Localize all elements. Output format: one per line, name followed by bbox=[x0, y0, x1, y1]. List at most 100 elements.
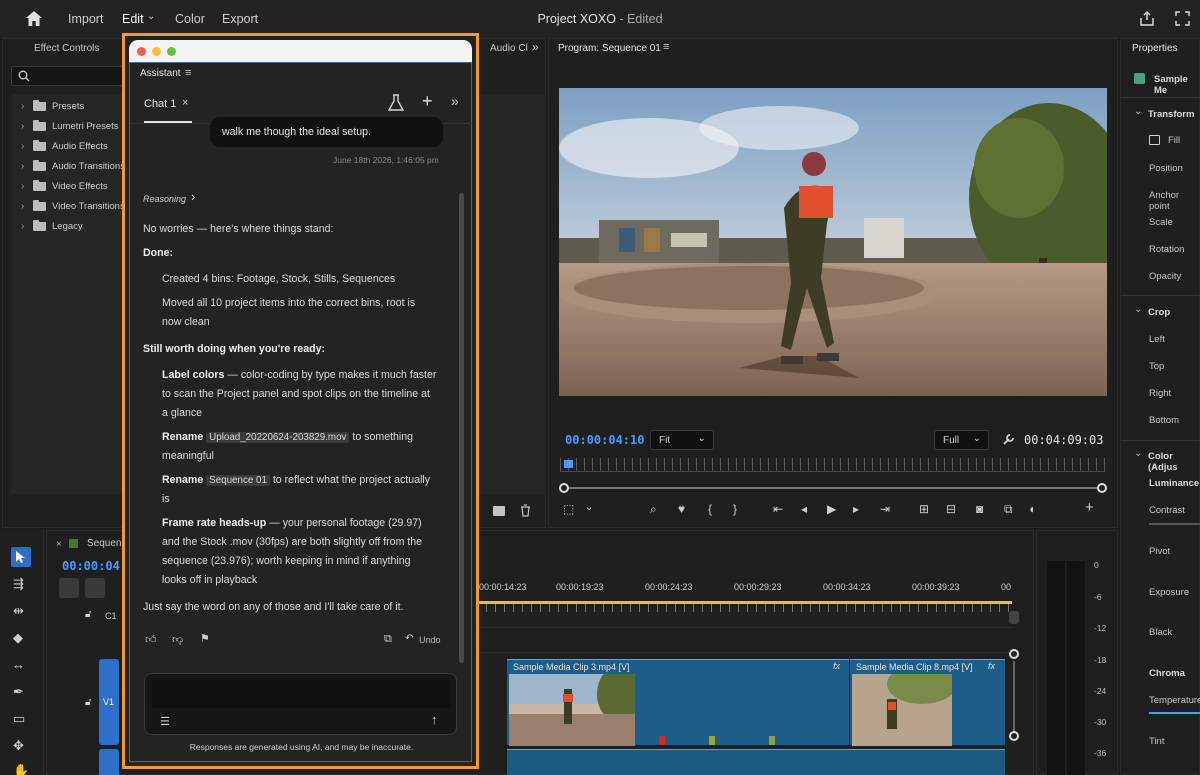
section-color[interactable]: Color (Adjus bbox=[1148, 451, 1199, 473]
marker-red[interactable] bbox=[659, 736, 665, 745]
scroll-handle-top[interactable] bbox=[1009, 649, 1019, 659]
lock-icon[interactable]: 🔓︎ bbox=[85, 697, 91, 708]
settings-sliders-icon[interactable]: ☰ bbox=[160, 715, 170, 728]
clip-sample-8[interactable]: Sample Media Clip 8.mp4 [V] fx bbox=[850, 659, 1005, 746]
slip-icon[interactable]: ↔ bbox=[12, 657, 25, 672]
chevron-right-icon[interactable]: › bbox=[191, 189, 195, 204]
step-back-icon[interactable]: ◂ bbox=[801, 502, 807, 516]
camera-icon[interactable]: ◙ bbox=[976, 502, 983, 516]
close-tab-icon[interactable]: × bbox=[56, 539, 62, 550]
lift-icon[interactable]: ⊞ bbox=[919, 502, 929, 516]
clip-sample-3[interactable]: Sample Media Clip 3.mp4 [V] fx bbox=[507, 659, 849, 746]
chevron-down-icon[interactable]: ⌄ bbox=[1134, 106, 1142, 117]
new-chat-icon[interactable]: + bbox=[422, 91, 433, 112]
fx-badge[interactable]: fx bbox=[988, 661, 995, 671]
extract-icon[interactable]: ⊟ bbox=[946, 502, 956, 516]
tree-item-legacy[interactable]: › Legacy bbox=[21, 216, 83, 236]
marker-yellow[interactable] bbox=[709, 736, 715, 745]
chevron-down-icon[interactable]: ⌄ bbox=[1134, 448, 1142, 459]
chat-textarea[interactable] bbox=[151, 680, 450, 708]
close-tab-icon[interactable]: × bbox=[182, 97, 188, 109]
go-to-in-icon[interactable]: ⇤ bbox=[773, 502, 783, 516]
send-icon[interactable]: ↑ bbox=[431, 712, 438, 727]
temperature-slider[interactable] bbox=[1149, 712, 1200, 714]
linked-selection-toggle[interactable] bbox=[85, 578, 105, 598]
tree-item-audio-transitions[interactable]: › Audio Transitions bbox=[21, 156, 125, 176]
chevron-down-icon[interactable]: ⌄ bbox=[1134, 304, 1142, 315]
trash-icon[interactable] bbox=[520, 504, 531, 517]
wrench-icon[interactable] bbox=[1002, 433, 1015, 446]
copy-icon[interactable]: ⧉ bbox=[384, 633, 392, 646]
playhead-timecode[interactable]: 00:00:04:10 bbox=[565, 433, 644, 447]
track-v1-target[interactable]: V1 bbox=[99, 659, 119, 745]
volume-icon[interactable]: ◖ bbox=[1028, 502, 1035, 516]
section-crop[interactable]: Crop bbox=[1148, 307, 1170, 318]
contrast-slider[interactable] bbox=[1149, 523, 1200, 525]
chat-scrollbar[interactable] bbox=[459, 193, 464, 663]
add-marker-icon[interactable]: ♥ bbox=[678, 502, 685, 516]
rectangle-icon[interactable]: ▭ bbox=[13, 711, 25, 727]
flask-icon[interactable] bbox=[388, 94, 404, 112]
add-button-icon[interactable]: + bbox=[1085, 499, 1094, 516]
share-icon[interactable] bbox=[1140, 11, 1154, 26]
vertical-scrollbar[interactable] bbox=[1013, 661, 1015, 731]
playhead-marker[interactable] bbox=[564, 460, 573, 468]
snap-toggle[interactable] bbox=[59, 578, 79, 598]
track-a1-target[interactable] bbox=[99, 749, 119, 775]
maximize-window-button[interactable] bbox=[167, 47, 176, 56]
panel-menu-icon[interactable]: ≡ bbox=[185, 67, 191, 79]
zoom-fit-select[interactable]: Fit ⌄ bbox=[650, 430, 714, 450]
go-to-out-icon[interactable]: ⇥ bbox=[880, 502, 890, 516]
scroll-handle-left[interactable] bbox=[559, 483, 569, 493]
scroll-handle-right[interactable] bbox=[1097, 483, 1107, 493]
tree-item-audio-effects[interactable]: › Audio Effects bbox=[21, 136, 108, 156]
tab-chat-1[interactable]: Chat 1 bbox=[144, 98, 176, 110]
reasoning-toggle[interactable]: Reasoning bbox=[143, 194, 186, 204]
comparison-icon[interactable]: ⧉ bbox=[1004, 502, 1013, 517]
quality-select[interactable]: Full ⌄ bbox=[934, 430, 989, 450]
panel-menu-icon[interactable]: ≡ bbox=[663, 41, 669, 53]
close-window-button[interactable] bbox=[137, 47, 146, 56]
chevron-down-icon[interactable]: ⌄ bbox=[585, 502, 593, 513]
thumbs-down-icon[interactable]: 👎︎ bbox=[172, 633, 183, 646]
marker-search-icon[interactable]: ⌕ bbox=[650, 502, 657, 517]
hand-icon[interactable]: ✥ bbox=[13, 738, 24, 754]
ripple-edit-icon[interactable]: ⇹ bbox=[13, 603, 24, 619]
scroll-handle-bottom[interactable] bbox=[1009, 731, 1019, 741]
thumbs-up-icon[interactable]: 👍︎ bbox=[145, 633, 157, 646]
lock-icon[interactable]: 🔓︎ bbox=[85, 609, 91, 620]
chevrons-right-icon[interactable]: » bbox=[532, 40, 539, 54]
chat-input[interactable]: ☰ ↑ bbox=[144, 673, 457, 735]
step-forward-icon[interactable]: ▸ bbox=[853, 502, 859, 516]
scroll-handle[interactable] bbox=[1009, 611, 1019, 624]
fx-badge[interactable]: fx bbox=[833, 661, 840, 671]
safe-margins-icon[interactable]: ⬚ bbox=[563, 502, 574, 516]
razor-icon[interactable]: ◆ bbox=[13, 630, 23, 646]
program-ruler[interactable] bbox=[560, 458, 1105, 472]
tree-item-presets[interactable]: › Presets bbox=[21, 96, 84, 116]
fill-icon[interactable] bbox=[1149, 135, 1160, 145]
fullscreen-icon[interactable] bbox=[1175, 11, 1190, 26]
tree-item-video-effects[interactable]: › Video Effects bbox=[21, 176, 108, 196]
track-select-icon[interactable]: ⇶ bbox=[13, 576, 24, 592]
tree-item-lumetri-presets[interactable]: › Lumetri Presets bbox=[21, 116, 119, 136]
tab-program[interactable]: Program: Sequence 01 bbox=[558, 43, 661, 54]
tab-effect-controls[interactable]: Effect Controls bbox=[34, 43, 99, 54]
chevrons-right-icon[interactable]: » bbox=[451, 93, 459, 109]
audio-clip[interactable] bbox=[507, 749, 1005, 775]
new-bin-icon[interactable] bbox=[493, 506, 505, 516]
tab-properties[interactable]: Properties bbox=[1132, 43, 1178, 54]
section-transform[interactable]: Transform bbox=[1148, 109, 1194, 120]
pen-icon[interactable]: ✒ bbox=[13, 684, 24, 700]
tab-audio-clip[interactable]: Audio Cl bbox=[490, 43, 528, 54]
zoom-scrollbar[interactable] bbox=[564, 487, 1102, 489]
flag-icon[interactable]: ⚑ bbox=[200, 632, 210, 645]
text-icon[interactable]: ✋ bbox=[13, 763, 29, 775]
mark-in-icon[interactable]: { bbox=[708, 502, 712, 516]
play-icon[interactable]: ▶ bbox=[827, 502, 836, 516]
time-ruler[interactable] bbox=[477, 604, 1012, 612]
minimize-window-button[interactable] bbox=[152, 47, 161, 56]
tree-item-video-transitions[interactable]: › Video Transitions bbox=[21, 196, 125, 216]
marker-green[interactable] bbox=[769, 736, 775, 745]
undo-button[interactable]: Undo bbox=[419, 635, 441, 645]
